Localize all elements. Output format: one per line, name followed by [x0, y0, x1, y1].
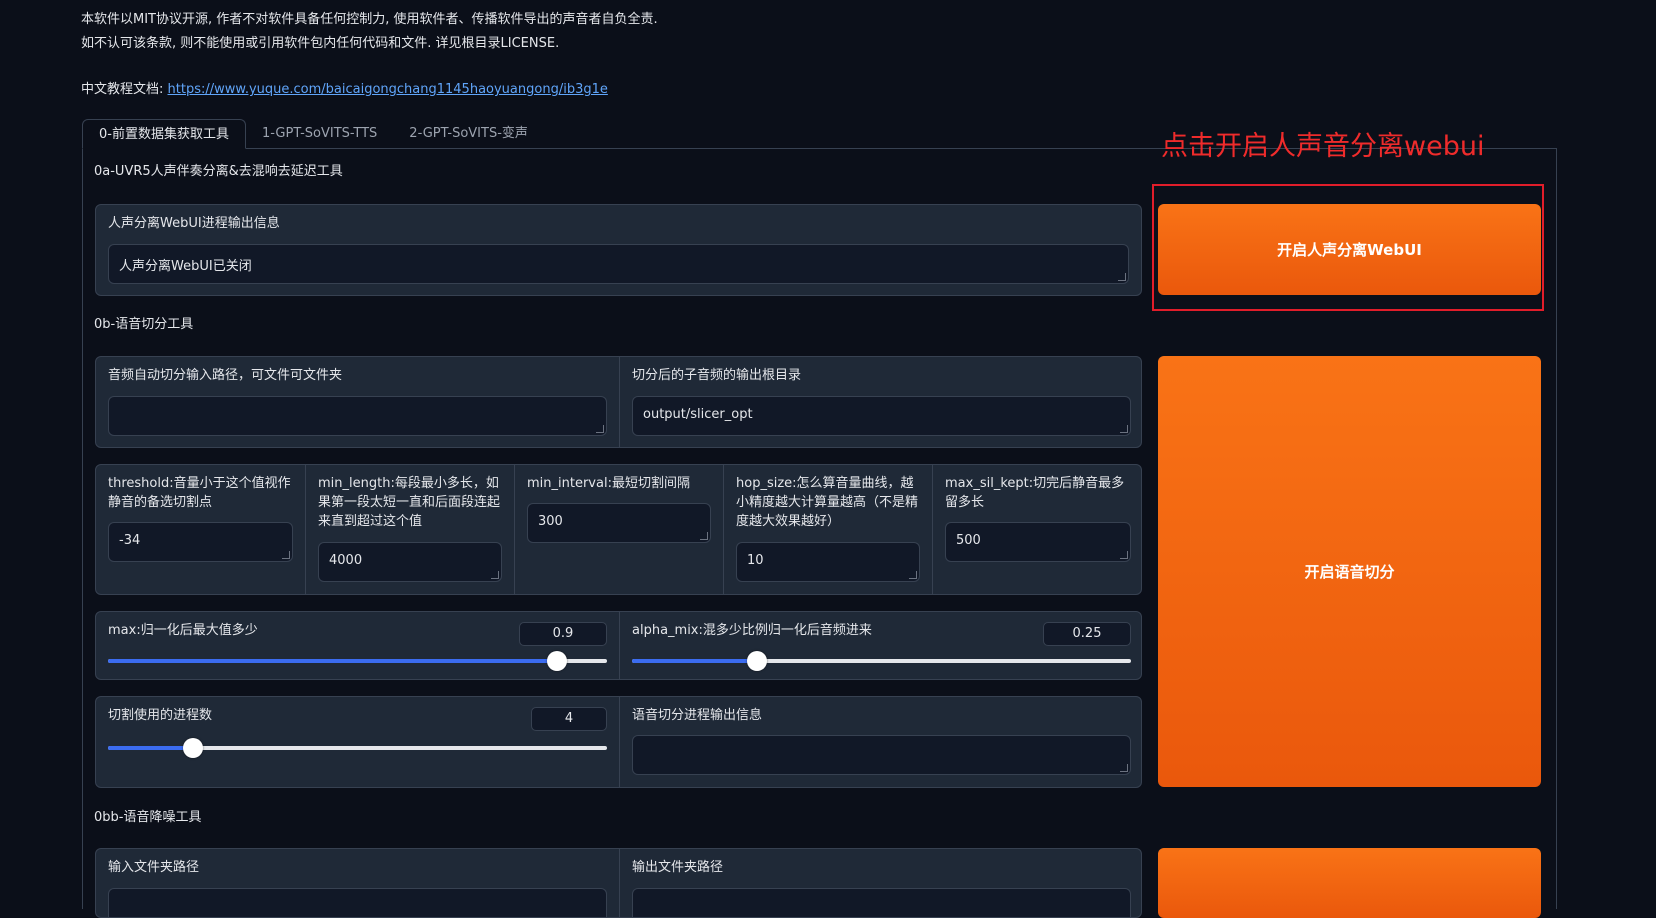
max-number-input[interactable]: 0.9 — [519, 622, 607, 646]
license-line-2: 如不认可该条款, 则不能使用或引用软件包内任何代码和文件. 详见根目录LICEN… — [81, 36, 560, 51]
hop-size-cell: hop_size:怎么算音量曲线，越小精度越大计算量越高（不是精度越大效果越好）… — [723, 465, 932, 594]
slicer-output-info-cell: 语音切分进程输出信息 — [619, 697, 1141, 787]
license-line-1: 本软件以MIT协议开源, 作者不对软件具备任何控制力, 使用软件者、传播软件导出… — [81, 12, 658, 27]
alpha-slider-cell: alpha_mix:混多少比例归一化后音频进来 0.25 — [619, 612, 1141, 679]
alpha-number-input[interactable]: 0.25 — [1043, 622, 1131, 646]
alpha-slider-fill — [632, 659, 757, 663]
tab-tts[interactable]: 1-GPT-SoVITS-TTS — [246, 119, 393, 149]
slicer-input-cell: 音频自动切分输入路径，可文件可文件夹 — [96, 357, 619, 447]
doc-label: 中文教程文档: — [81, 82, 168, 97]
slicer-input-field[interactable] — [108, 396, 607, 436]
max-sil-kept-field[interactable]: 500 — [945, 522, 1131, 562]
annotation-text: 点击开启人声音分离webui — [1161, 131, 1485, 162]
doc-line: 中文教程文档: https://www.yuque.com/baicaigong… — [81, 78, 658, 102]
max-slider[interactable] — [108, 651, 607, 671]
alpha-slider-thumb[interactable] — [746, 651, 767, 671]
slicer-input-label: 音频自动切分输入路径，可文件可文件夹 — [108, 368, 343, 383]
slicer-params-block: threshold:音量小于这个值视作静音的备选切割点 -34 min_leng… — [95, 464, 1142, 595]
slicer-paths-block: 音频自动切分输入路径，可文件可文件夹 切分后的子音频的输出根目录 output/… — [95, 356, 1142, 448]
alpha-slider-label: alpha_mix:混多少比例归一化后音频进来 — [632, 623, 872, 638]
tab-preprocess[interactable]: 0-前置数据集获取工具 — [82, 119, 246, 149]
slicer-section-title: 0b-语音切分工具 — [94, 317, 194, 332]
max-slider-thumb[interactable] — [547, 651, 568, 671]
annotation-highlight-box — [1152, 184, 1544, 311]
start-denoise-button[interactable] — [1158, 848, 1541, 918]
min-interval-cell: min_interval:最短切割间隔 300 — [514, 465, 723, 594]
procs-slider-label: 切割使用的进程数 — [108, 708, 213, 723]
denoise-output-field[interactable] — [632, 888, 1131, 917]
max-slider-cell: max:归一化后最大值多少 0.9 — [96, 612, 619, 679]
denoise-paths-block: 输入文件夹路径 输出文件夹路径 — [95, 848, 1142, 918]
alpha-slider[interactable] — [632, 651, 1131, 671]
max-slider-fill — [108, 659, 558, 663]
min-length-field[interactable]: 4000 — [318, 542, 502, 582]
start-slicing-button[interactable]: 开启语音切分 — [1158, 356, 1541, 787]
tab-bar: 0-前置数据集获取工具 1-GPT-SoVITS-TTS 2-GPT-SoVIT… — [82, 119, 544, 149]
hop-size-label: hop_size:怎么算音量曲线，越小精度越大计算量越高（不是精度越大效果越好） — [736, 476, 919, 529]
threshold-field[interactable]: -34 — [108, 522, 293, 562]
min-interval-field[interactable]: 300 — [527, 503, 711, 543]
uvr-info-block: 人声分离WebUI进程输出信息 人声分离WebUI已关闭 — [95, 204, 1142, 296]
denoise-output-cell: 输出文件夹路径 — [619, 849, 1141, 917]
max-sil-kept-cell: max_sil_kept:切完后静音最多留多长 500 — [932, 465, 1141, 594]
procs-slider[interactable] — [108, 738, 607, 758]
tab-voice-change[interactable]: 2-GPT-SoVITS-变声 — [393, 119, 544, 149]
procs-number-input[interactable]: 4 — [531, 707, 607, 731]
uvr-info-field[interactable]: 人声分离WebUI已关闭 — [108, 244, 1129, 284]
threshold-label: threshold:音量小于这个值视作静音的备选切割点 — [108, 476, 291, 510]
procs-slider-thumb[interactable] — [182, 738, 203, 758]
denoise-section-title: 0bb-语音降噪工具 — [94, 810, 202, 825]
doc-link[interactable]: https://www.yuque.com/baicaigongchang114… — [168, 82, 608, 97]
max-slider-label: max:归一化后最大值多少 — [108, 623, 258, 638]
threshold-cell: threshold:音量小于这个值视作静音的备选切割点 -34 — [96, 465, 305, 594]
denoise-input-field[interactable] — [108, 888, 607, 917]
denoise-input-cell: 输入文件夹路径 — [96, 849, 619, 917]
slicer-output-info-field[interactable] — [632, 735, 1131, 775]
uvr-section-title: 0a-UVR5人声伴奏分离&去混响去延迟工具 — [94, 164, 343, 179]
slicer-output-label: 切分后的子音频的输出根目录 — [632, 368, 802, 383]
denoise-input-label: 输入文件夹路径 — [108, 860, 200, 875]
slicer-output-info-label: 语音切分进程输出信息 — [632, 708, 763, 723]
intro-text: 本软件以MIT协议开源, 作者不对软件具备任何控制力, 使用软件者、传播软件导出… — [81, 8, 658, 102]
denoise-output-label: 输出文件夹路径 — [632, 860, 724, 875]
uvr-info-label: 人声分离WebUI进程输出信息 — [108, 216, 280, 231]
min-length-label: min_length:每段最小多长，如果第一段太短一直和后面段连起来直到超过这个… — [318, 476, 501, 529]
slicer-output-field[interactable]: output/slicer_opt — [632, 396, 1131, 436]
slicer-output-cell: 切分后的子音频的输出根目录 output/slicer_opt — [619, 357, 1141, 447]
min-interval-label: min_interval:最短切割间隔 — [527, 476, 690, 491]
max-sil-kept-label: max_sil_kept:切完后静音最多留多长 — [945, 476, 1125, 510]
slicer-procs-block: 切割使用的进程数 4 语音切分进程输出信息 — [95, 696, 1142, 788]
procs-slider-fill — [108, 746, 193, 750]
slicer-sliders-block: max:归一化后最大值多少 0.9 alpha_mix:混多少比例归一化后音频进… — [95, 611, 1142, 680]
hop-size-field[interactable]: 10 — [736, 542, 920, 582]
procs-slider-cell: 切割使用的进程数 4 — [96, 697, 619, 787]
min-length-cell: min_length:每段最小多长，如果第一段太短一直和后面段连起来直到超过这个… — [305, 465, 514, 594]
